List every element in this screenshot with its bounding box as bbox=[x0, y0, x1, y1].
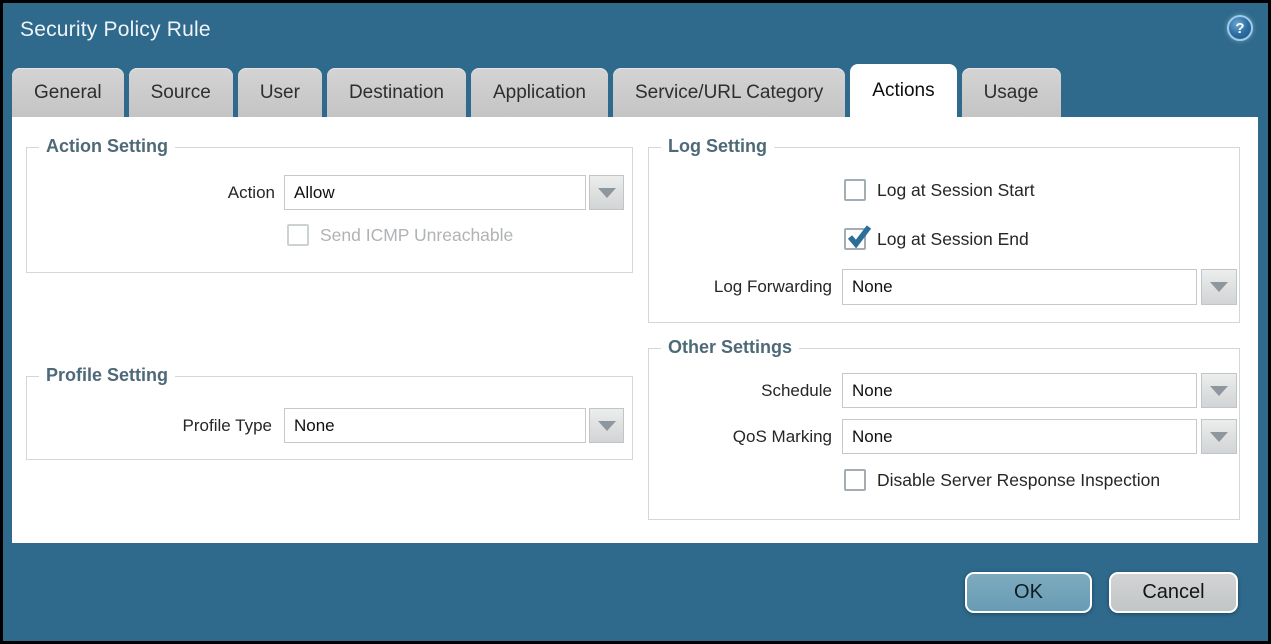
log-forwarding-dropdown-value: None bbox=[852, 277, 893, 297]
log-setting-legend: Log Setting bbox=[661, 136, 774, 157]
log-forwarding-dropdown[interactable]: None bbox=[842, 269, 1197, 305]
qos-marking-label: QoS Marking bbox=[602, 419, 832, 454]
ok-button[interactable]: OK bbox=[965, 572, 1092, 613]
action-dropdown-button[interactable] bbox=[589, 175, 624, 210]
other-settings-legend: Other Settings bbox=[661, 337, 799, 358]
tab-source[interactable]: Source bbox=[129, 68, 233, 117]
profile-type-dropdown-value: None bbox=[294, 416, 335, 436]
log-at-session-end-checkbox[interactable] bbox=[844, 228, 866, 250]
log-at-session-end-label: Log at Session End bbox=[877, 228, 1029, 250]
disable-server-response-inspection-label: Disable Server Response Inspection bbox=[877, 469, 1160, 491]
qos-marking-dropdown-value: None bbox=[852, 427, 893, 447]
tab-general[interactable]: General bbox=[12, 68, 124, 117]
profile-type-label: Profile Type bbox=[42, 408, 272, 443]
chevron-down-icon bbox=[598, 188, 616, 198]
qos-marking-dropdown[interactable]: None bbox=[842, 419, 1197, 454]
action-label: Action bbox=[42, 175, 275, 210]
chevron-down-icon bbox=[1210, 386, 1228, 396]
chevron-down-icon bbox=[1210, 432, 1228, 442]
profile-type-dropdown[interactable]: None bbox=[284, 408, 586, 443]
tab-actions[interactable]: Actions bbox=[850, 64, 956, 119]
cancel-button[interactable]: Cancel bbox=[1109, 572, 1238, 613]
chevron-down-icon bbox=[1210, 282, 1228, 292]
tab-bar: General Source User Destination Applicat… bbox=[12, 68, 1061, 117]
tab-service-url-category[interactable]: Service/URL Category bbox=[613, 68, 845, 117]
log-forwarding-dropdown-button[interactable] bbox=[1201, 269, 1237, 305]
tab-destination[interactable]: Destination bbox=[327, 68, 466, 117]
schedule-label: Schedule bbox=[602, 373, 832, 408]
tab-usage[interactable]: Usage bbox=[962, 68, 1061, 117]
send-icmp-unreachable-checkbox bbox=[287, 224, 309, 246]
action-setting-group: Action Setting bbox=[26, 147, 633, 273]
help-icon[interactable]: ? bbox=[1227, 15, 1253, 41]
schedule-dropdown[interactable]: None bbox=[842, 373, 1197, 408]
action-dropdown[interactable]: Allow bbox=[284, 175, 586, 210]
tab-application[interactable]: Application bbox=[471, 68, 608, 117]
disable-server-response-inspection-checkbox[interactable] bbox=[844, 469, 866, 491]
action-dropdown-value: Allow bbox=[294, 183, 335, 203]
action-setting-legend: Action Setting bbox=[39, 136, 175, 157]
dialog-title: Security Policy Rule bbox=[20, 18, 211, 42]
schedule-dropdown-value: None bbox=[852, 381, 893, 401]
tab-user[interactable]: User bbox=[238, 68, 322, 117]
schedule-dropdown-button[interactable] bbox=[1201, 373, 1237, 408]
send-icmp-unreachable-label: Send ICMP Unreachable bbox=[320, 224, 513, 246]
checkmark-icon bbox=[846, 223, 872, 249]
qos-marking-dropdown-button[interactable] bbox=[1201, 419, 1237, 454]
log-at-session-start-checkbox[interactable] bbox=[844, 179, 866, 201]
log-at-session-start-label: Log at Session Start bbox=[877, 179, 1035, 201]
actions-tab-panel: Action Setting Action Allow Send ICMP Un… bbox=[12, 117, 1258, 543]
help-icon-glyph: ? bbox=[1235, 20, 1244, 37]
profile-setting-legend: Profile Setting bbox=[39, 365, 175, 386]
security-policy-rule-dialog: Security Policy Rule ? General Source Us… bbox=[0, 0, 1271, 644]
log-forwarding-label: Log Forwarding bbox=[602, 269, 832, 305]
